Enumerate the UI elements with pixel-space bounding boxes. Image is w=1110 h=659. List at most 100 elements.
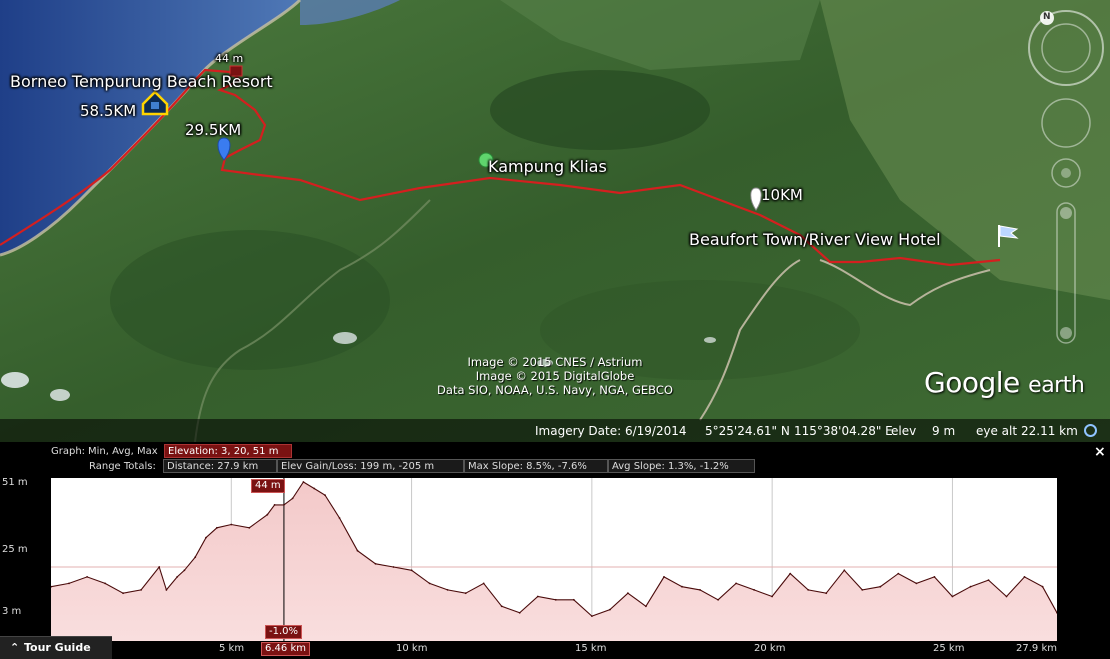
elevation-point [324,494,326,496]
tour-guide-button[interactable]: ⌃ Tour Guide [0,636,112,659]
placemark-resort-label[interactable]: Borneo Tempurung Beach Resort [10,72,273,91]
elevation-point [1005,595,1008,598]
placemark-29-5km-label[interactable]: 29.5KM [185,121,241,139]
elevation-point [879,585,882,588]
elevation-point [216,526,218,529]
elevation-point [753,589,755,591]
cursor-distance-label: 6.46 km [261,642,310,656]
elevation-point [572,598,575,601]
zoom-slider-icon[interactable] [1056,202,1076,344]
navigation-controls[interactable] [1025,8,1107,348]
elevation-point [266,513,269,516]
elevation-point [536,595,539,598]
y-tick-max: 51 m [2,477,28,488]
placemark-beaufort-label[interactable]: Beaufort Town/River View Hotel [689,230,941,249]
elevation-point [771,595,773,598]
elevation-point [825,592,828,595]
elevation-point [933,576,936,578]
y-tick-mid: 25 m [2,544,28,555]
elevation-point [248,526,251,529]
cursor-elevation-label: 44 m [251,479,285,493]
elevation-point [104,582,106,585]
elevation-point [663,576,665,578]
elevation-point [1023,576,1026,578]
elev-value: 9 m [932,424,956,438]
elevation-point [735,582,737,585]
x-tick-10km: 10 km [396,643,428,654]
range-totals-label: Range Totals: [89,461,156,472]
elevation-point [338,517,341,519]
imagery-credits: Image © 2015 CNES / Astrium Image © 2015… [430,355,680,397]
placemark-58-5km-label[interactable]: 58.5KM [80,102,136,120]
compass-ring-icon[interactable] [1028,10,1104,86]
elevation-point [194,556,197,559]
elevation-point [176,576,179,578]
elevation-point [283,504,285,506]
elevation-point [699,589,701,591]
close-profile-button[interactable]: × [1094,444,1106,460]
imagery-date: Imagery Date: 6/19/2014 [535,424,687,438]
elevation-point [410,569,413,572]
status-bar: Imagery Date: 6/19/2014 5°25'24.61" N 11… [0,419,1110,442]
earth-logo-text: earth [1028,373,1085,398]
tour-guide-label: Tour Guide [24,641,91,654]
elevation-point [897,572,900,575]
placemark-kampung-klias-label[interactable]: Kampung Klias [488,157,607,176]
latitude-readout: 5°25'24.61" N [705,424,790,438]
elevation-point [374,562,377,565]
elevation-point [627,592,629,595]
google-logo-text: Google [924,366,1020,399]
elevation-point [122,592,124,595]
elevation-profile-panel: Graph: Min, Avg, Max Elevation: 3, 20, 5… [0,442,1110,659]
elevation-point [158,566,161,568]
elevation-point [86,576,88,578]
cursor-slope-label: -1.0% [265,625,303,639]
elevation-point [969,585,972,588]
elevation-point [518,611,521,614]
elev-gain-loss-box: Elev Gain/Loss: 199 m, -205 m [277,459,464,473]
elevation-point [291,497,294,500]
credit-line-3: Data SIO, NOAA, U.S. Navy, NGA, GEBCO [437,383,673,397]
elevation-point [717,598,719,601]
elevation-point [554,598,557,601]
elevation-stats-box[interactable]: Elevation: 3, 20, 51 m [164,444,292,458]
elevation-point [183,569,186,572]
x-tick-20km: 20 km [754,643,786,654]
elevation-point [951,595,954,598]
longitude-readout: 115°38'04.28" E [794,424,893,438]
x-tick-15km: 15 km [575,643,607,654]
x-tick-end: 27.9 km [1016,643,1057,654]
elevation-point [356,549,359,552]
elevation-chart[interactable] [51,478,1057,641]
elevation-point [987,579,990,581]
look-joystick-icon[interactable] [1041,98,1091,148]
move-joystick-icon[interactable] [1051,158,1081,188]
placemark-10km-label[interactable]: 10KM [761,186,803,204]
elevation-point [140,589,142,591]
x-tick-25km: 25 km [933,643,965,654]
elevation-marker-label: 44 m [215,52,244,65]
elevation-point [482,582,485,585]
elevation-point [205,536,207,539]
eye-alt-value: 22.11 km [1021,424,1078,438]
elevation-point [165,589,168,591]
max-slope-box: Max Slope: 8.5%, -7.6% [464,459,608,473]
x-tick-5km: 5 km [219,643,245,654]
elevation-point [681,585,683,588]
map-view[interactable]: 44 m Borneo Tempurung Beach Resort 58.5K… [0,0,1110,442]
elevation-point [302,481,305,483]
elevation-point [500,605,503,608]
loading-indicator-icon [1084,424,1097,437]
google-earth-logo: Google earth [924,366,1085,399]
elevation-point [428,582,431,585]
elevation-point [861,589,864,591]
elevation-point [843,569,846,572]
elevation-point [464,592,467,595]
elev-label: elev [891,424,917,438]
y-tick-min: 3 m [2,606,22,617]
elevation-point [392,566,395,568]
elevation-point [1041,585,1044,588]
compass-north-label: N [1043,12,1051,22]
graph-mode[interactable]: Min, Avg, Max [88,446,158,457]
elevation-point [609,608,611,611]
